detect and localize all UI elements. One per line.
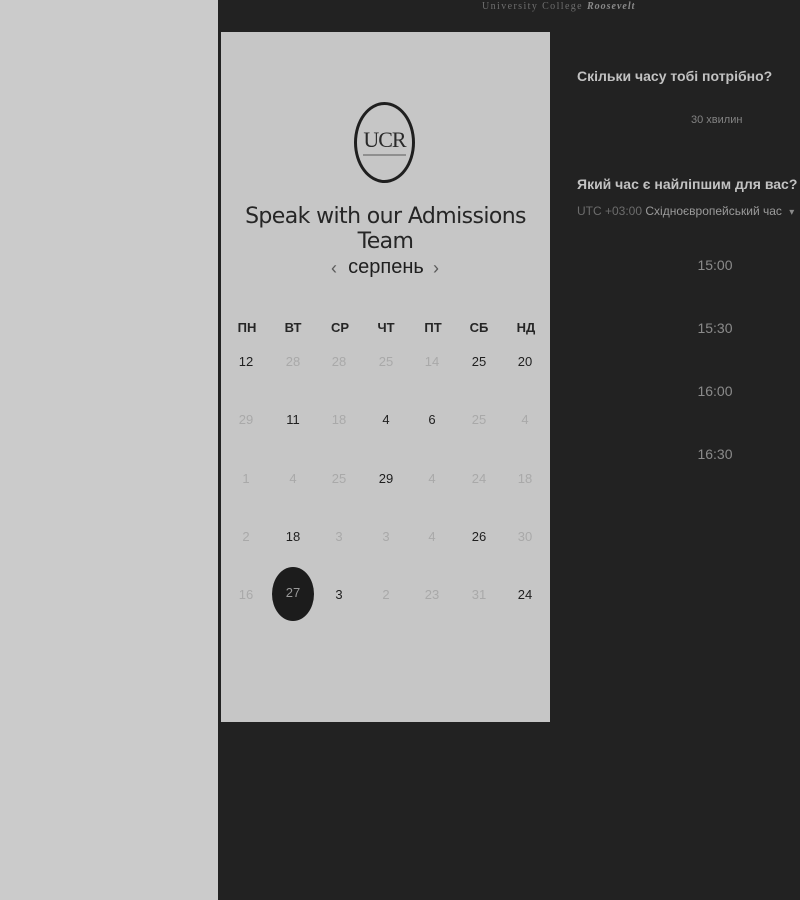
timezone-name: Східноєвропейський час xyxy=(645,204,782,218)
calendar-day: 4 xyxy=(521,412,529,427)
time-question: Який час є найліпшим для вас? xyxy=(577,176,798,192)
calendar-day: 4 xyxy=(428,471,436,486)
calendar-day[interactable]: 4 xyxy=(364,410,408,430)
duration-question: Скільки часу тобі потрібно? xyxy=(577,68,773,84)
time-slot[interactable]: 16:00 xyxy=(695,383,735,399)
calendar-day: 2 xyxy=(382,587,390,602)
calendar-day: 16 xyxy=(238,587,254,602)
booking-panel: Скільки часу тобі потрібно? 30 хвилин Як… xyxy=(577,0,800,900)
time-slot[interactable]: 15:30 xyxy=(695,320,735,336)
calendar-day[interactable]: 3 xyxy=(317,585,361,605)
calendar-day: 28 xyxy=(331,354,347,369)
calendar-day: 31 xyxy=(471,587,487,602)
calendar-day: 23 xyxy=(424,587,440,602)
calendar-day[interactable]: 18 xyxy=(271,527,315,547)
calendar-day: 28 xyxy=(285,354,301,369)
calendar-day: 25 xyxy=(471,412,487,427)
calendar-day: 24 xyxy=(471,471,487,486)
calendar-grid: 12 28 28 25 14 25 20 29 11 18 4 6 25 4 1 4 25 29 4 24 18 2 18 3… xyxy=(221,32,550,722)
calendar-day: 18 xyxy=(331,412,347,427)
time-slot[interactable]: 16:30 xyxy=(695,446,735,462)
calendar-day: 30 xyxy=(517,529,533,544)
timezone-selector[interactable]: UTC +03:00 Східноєвропейський час ▾ xyxy=(577,204,794,218)
calendar-day: 25 xyxy=(378,354,394,369)
calendar-day: 18 xyxy=(517,471,533,486)
calendar-day: 29 xyxy=(238,412,254,427)
chevron-down-icon: ▾ xyxy=(789,207,795,218)
calendar-day: 4 xyxy=(289,471,297,486)
calendar-day: 1 xyxy=(242,471,250,486)
calendar-day[interactable]: 25 xyxy=(457,352,501,372)
calendar-day: 14 xyxy=(424,354,440,369)
calendar-day[interactable]: 26 xyxy=(457,527,501,547)
timezone-offset: UTC +03:00 xyxy=(577,204,643,218)
left-empty-pane xyxy=(0,0,218,900)
calendar-card: UCR Speak with our Admissions Team ‹ сер… xyxy=(221,32,550,722)
calendar-day: 3 xyxy=(335,529,343,544)
calendar-day[interactable]: 20 xyxy=(503,352,547,372)
time-slot[interactable]: 15:00 xyxy=(695,257,735,273)
calendar-day[interactable]: 29 xyxy=(364,469,408,489)
calendar-day: 2 xyxy=(242,529,250,544)
calendar-day: 4 xyxy=(428,529,436,544)
calendar-day[interactable]: 12 xyxy=(224,352,268,372)
calendar-day[interactable]: 6 xyxy=(410,410,454,430)
duration-option[interactable]: 30 хвилин xyxy=(691,114,742,126)
brand-name-part1: University College xyxy=(482,1,584,12)
calendar-day[interactable]: 24 xyxy=(503,585,547,605)
calendar-day: 25 xyxy=(331,471,347,486)
calendar-day-selected[interactable]: 27 xyxy=(272,567,314,621)
calendar-day: 3 xyxy=(382,529,390,544)
calendar-day[interactable]: 11 xyxy=(271,410,315,430)
